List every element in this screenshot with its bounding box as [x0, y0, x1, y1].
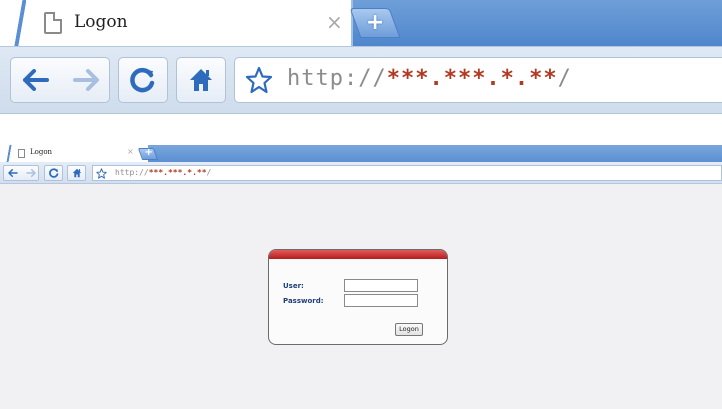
home-button[interactable] — [67, 165, 86, 181]
tab-strip: Logon × + — [0, 145, 722, 162]
plus-icon: + — [365, 10, 385, 35]
url-suffix: / — [206, 168, 212, 177]
bookmark-star-icon[interactable] — [245, 66, 273, 94]
url-scheme: http:// — [115, 168, 149, 177]
tab-title: Logon — [30, 148, 53, 156]
browser-tab[interactable]: Logon × — [8, 0, 353, 46]
reload-button[interactable] — [44, 165, 63, 181]
tab-edge — [8, 0, 26, 46]
browser-window: Logon × + http://***.***.*.**/ User: Pas… — [0, 145, 722, 409]
user-label: User: — [283, 282, 304, 290]
home-button[interactable] — [176, 57, 226, 103]
plus-icon: + — [144, 147, 153, 158]
back-arrow-icon[interactable] — [23, 69, 49, 91]
reload-button[interactable] — [118, 57, 168, 103]
reload-icon — [130, 67, 155, 93]
back-arrow-icon[interactable] — [8, 169, 18, 177]
page-icon — [18, 149, 25, 158]
browser-tab[interactable]: Logon × — [4, 145, 144, 162]
password-input[interactable] — [344, 294, 418, 307]
browser-toolbar: http://***.***.*.**/ — [0, 46, 722, 114]
url-host: ***.***.*.** — [148, 168, 207, 177]
address-bar[interactable]: http://***.***.*.**/ — [234, 57, 722, 103]
url-text: http://***.***.*.**/ — [115, 168, 211, 177]
user-input[interactable] — [344, 279, 418, 292]
logon-button[interactable]: Logon — [395, 323, 423, 336]
tab-close-icon[interactable]: × — [127, 147, 134, 156]
url-scheme: http:// — [287, 66, 387, 91]
browser-toolbar: http://***.***.*.**/ — [0, 162, 722, 184]
tab-strip: Logon × + — [0, 0, 722, 46]
password-label: Password: — [283, 297, 324, 305]
back-forward-button-group — [10, 57, 110, 103]
tab-edge — [4, 145, 12, 162]
page-icon — [44, 12, 62, 34]
forward-arrow-icon[interactable] — [73, 69, 99, 91]
home-icon — [190, 69, 212, 91]
tab-title: Logon — [74, 12, 128, 32]
forward-arrow-icon[interactable] — [26, 169, 36, 177]
url-text: http://***.***.*.**/ — [287, 66, 572, 91]
login-panel-header — [269, 250, 447, 259]
tab-close-icon[interactable]: × — [326, 10, 343, 34]
page-viewport: User: Password: Logon — [0, 185, 722, 409]
back-forward-button-group — [3, 165, 39, 181]
tab-strip-background — [148, 145, 722, 162]
zoomed-browser-chrome: Logon × + http://***.***.*.**/ — [0, 0, 722, 122]
url-suffix: / — [557, 66, 572, 91]
reload-icon — [48, 168, 58, 178]
home-icon — [72, 168, 81, 178]
bookmark-star-icon[interactable] — [96, 168, 107, 179]
login-panel: User: Password: Logon — [268, 249, 448, 345]
address-bar[interactable]: http://***.***.*.**/ — [92, 165, 722, 181]
url-host: ***.***.*.** — [386, 66, 558, 91]
